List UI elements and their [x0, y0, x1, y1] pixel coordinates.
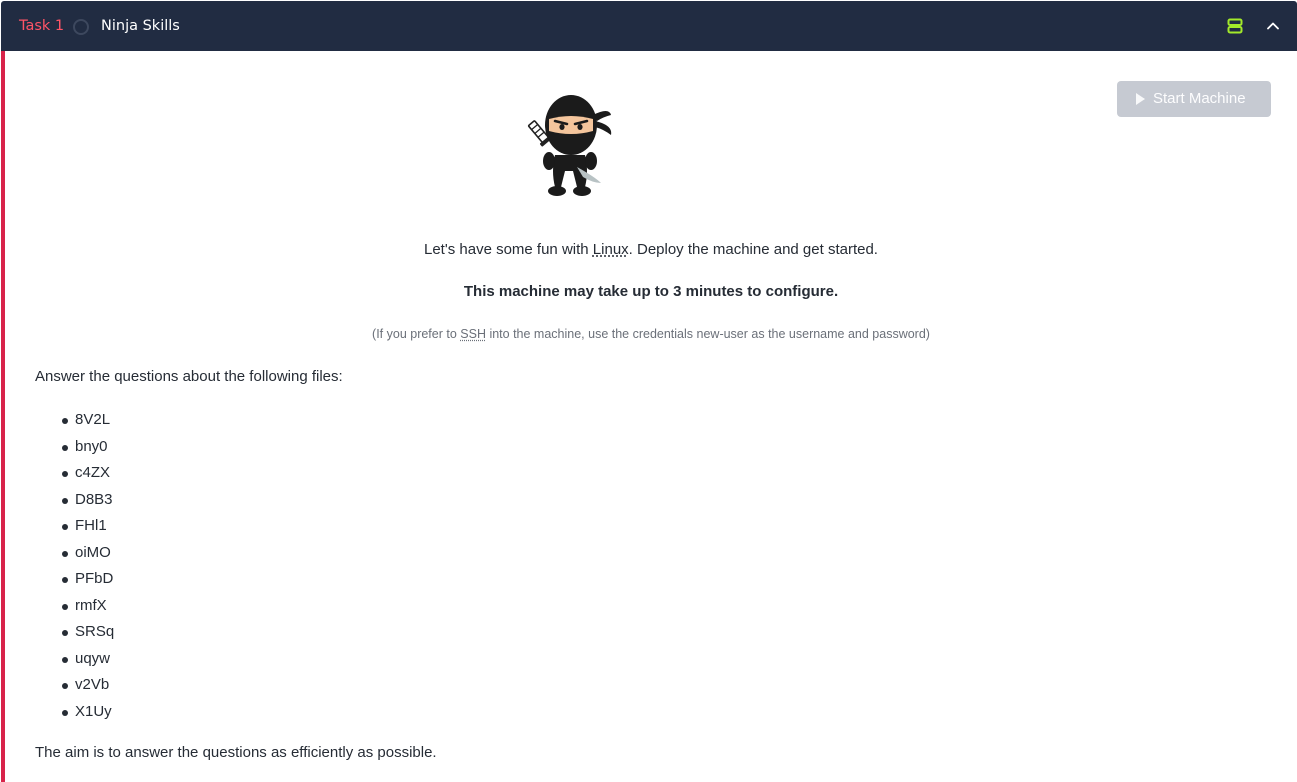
list-item: oiMO	[35, 541, 114, 568]
config-note: This machine may take up to 3 minutes to…	[463, 283, 839, 300]
list-item: SRSq	[35, 620, 114, 647]
server-icon[interactable]	[1227, 18, 1243, 34]
chevron-up-icon[interactable]	[1265, 18, 1281, 34]
list-item: c4ZX	[35, 461, 114, 488]
list-item: bny0	[35, 435, 114, 462]
intro-text: Let's have some fun with Linux. Deploy t…	[5, 241, 1297, 258]
task-card: Task 1 Ninja Skills Start Machine Let's …	[0, 0, 1297, 782]
list-item: v2Vb	[35, 673, 114, 700]
ssh-note: (If you prefer to SSH into the machine, …	[5, 327, 1297, 341]
aim-text: The aim is to answer the questions as ef…	[35, 744, 437, 761]
list-item: D8B3	[35, 488, 114, 515]
task-header[interactable]: Task 1 Ninja Skills	[1, 1, 1297, 51]
play-icon	[1136, 93, 1145, 105]
list-item: 8V2L	[35, 408, 114, 435]
start-machine-label: Start Machine	[1153, 90, 1246, 107]
ssh-abbreviation[interactable]: SSH	[460, 327, 486, 341]
task-number: Task 1	[19, 18, 65, 34]
file-list: 8V2L bny0 c4ZX D8B3 FHl1 oiMO PFbD rmfX …	[35, 408, 114, 726]
answer-intro: Answer the questions about the following…	[35, 368, 343, 385]
ssh-prefix: (If you prefer to	[372, 327, 461, 341]
list-item: rmfX	[35, 594, 114, 621]
start-machine-button[interactable]: Start Machine	[1117, 81, 1271, 117]
list-item: X1Uy	[35, 700, 114, 727]
intro-prefix: Let's have some fun with	[424, 241, 593, 258]
list-item: PFbD	[35, 567, 114, 594]
task-title: Ninja Skills	[101, 18, 180, 34]
list-item: FHl1	[35, 514, 114, 541]
list-item: uqyw	[35, 647, 114, 674]
task-body: Start Machine Let's have some fun with L…	[1, 51, 1297, 782]
status-circle-icon	[73, 19, 89, 35]
ssh-suffix: into the machine, use the credentials ne…	[485, 327, 930, 341]
intro-suffix: . Deploy the machine and get started.	[628, 241, 878, 258]
ninja-mascot-image	[527, 95, 612, 196]
linux-link[interactable]: Linux	[593, 241, 629, 258]
